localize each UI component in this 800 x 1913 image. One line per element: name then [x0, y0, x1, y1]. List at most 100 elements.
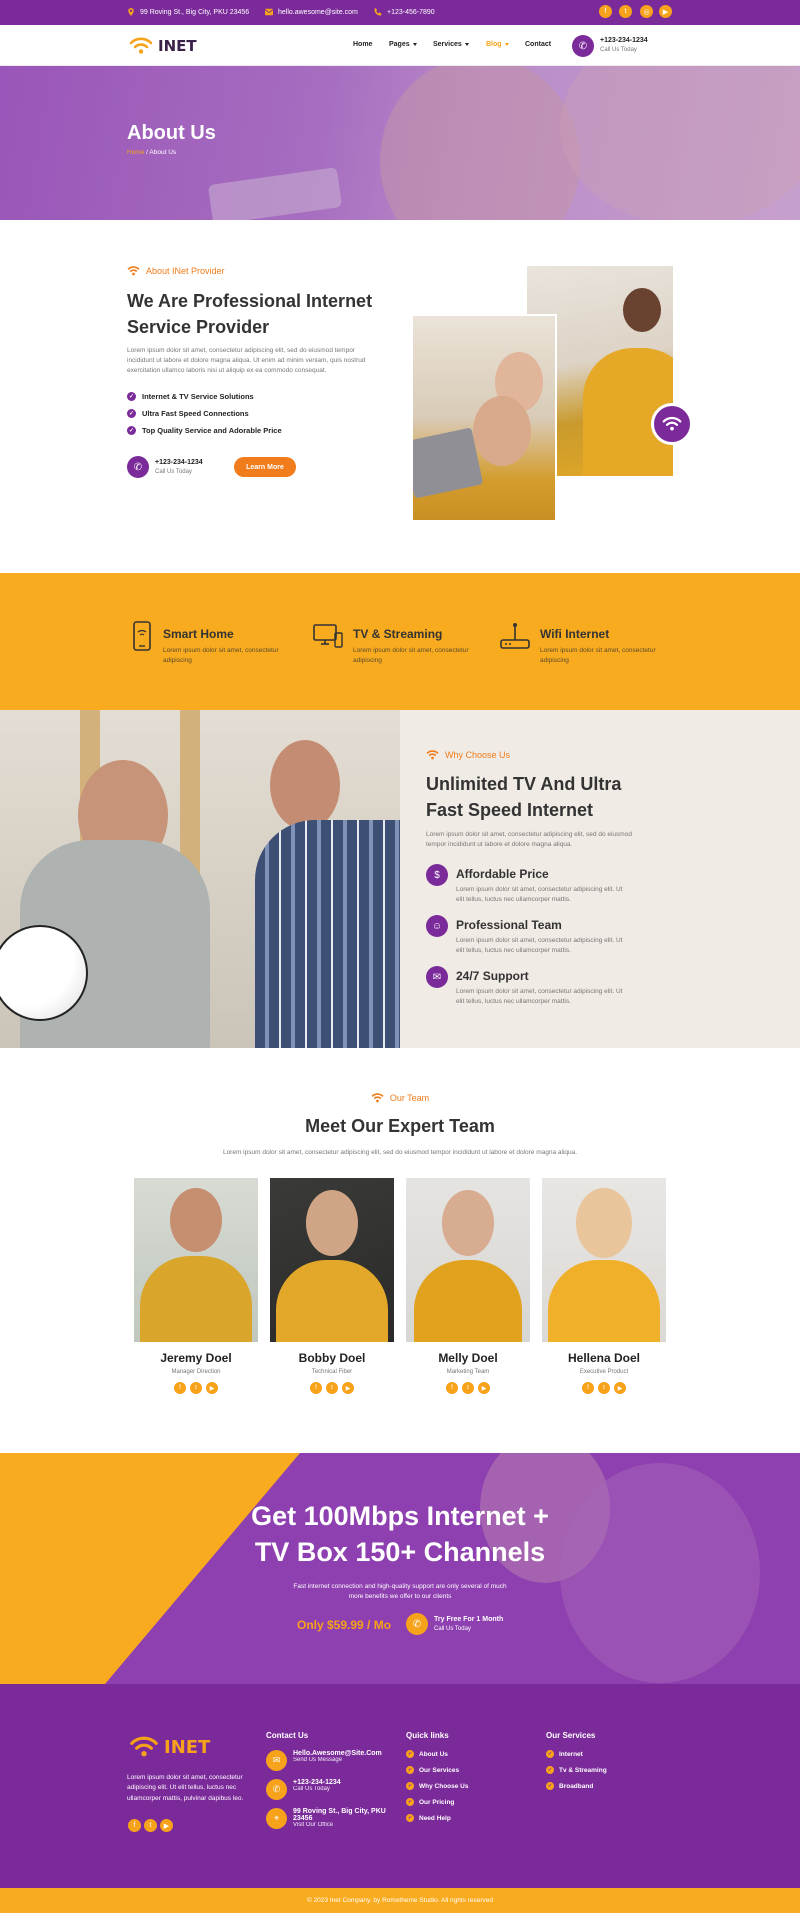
nav-pages[interactable]: Pages	[389, 41, 417, 48]
contact-sub: Call Us Today	[293, 1786, 330, 1792]
promo-title: Get 100Mbps Internet + TV Box 150+ Chann…	[0, 1498, 800, 1571]
chat-icon: ✉	[426, 966, 448, 988]
check-icon: ✓	[546, 1750, 554, 1758]
footer-logo-text: INET	[164, 1736, 211, 1758]
photo-shape	[414, 1260, 522, 1342]
nav-contact[interactable]: Contact	[525, 41, 551, 48]
service-link[interactable]: ✓ Broadband	[546, 1782, 607, 1790]
about-phone: +123-234-1234	[155, 459, 203, 466]
promo-cta-title[interactable]: Try Free For 1 Month	[434, 1616, 503, 1623]
phone-icon[interactable]: ✆	[127, 456, 149, 478]
member-role: Executive Product	[579, 1369, 629, 1375]
twitter-icon[interactable]: t	[144, 1819, 157, 1832]
phone-info[interactable]: +123-456-7890	[374, 8, 435, 16]
footer-about: Lorem ipsum dolor sit amet, consectetur …	[127, 1774, 244, 1802]
promo-body-line: more benefits we offer to our clients	[348, 1593, 452, 1601]
phone-icon[interactable]: ✆	[572, 35, 594, 57]
facebook-icon[interactable]: f	[174, 1382, 186, 1394]
quick-link[interactable]: ✓ Need Help	[406, 1814, 468, 1822]
twitter-icon[interactable]: t	[190, 1382, 202, 1394]
wifi-icon	[371, 1093, 384, 1103]
team-photo	[406, 1178, 530, 1342]
check-icon: ✓	[127, 409, 136, 418]
chevron-down-icon	[504, 43, 509, 46]
why-item-text: Lorem ipsum dolor sit amet, consectetur …	[456, 937, 623, 954]
quick-link[interactable]: ✓ About Us	[406, 1750, 468, 1758]
nav-home-label: Home	[353, 41, 373, 48]
nav-blog[interactable]: Blog	[486, 41, 509, 48]
quick-link[interactable]: ✓ Our Pricing	[406, 1798, 468, 1806]
why-item-title: 24/7 Support	[456, 969, 529, 983]
about-title-line: Service Provider	[127, 317, 270, 338]
footer-contact: Contact Us ✉ Hello.Awesome@Site.Com Send U…	[266, 1731, 396, 1837]
wifi-badge	[651, 403, 693, 445]
facebook-icon[interactable]: f	[128, 1819, 141, 1832]
why-item: $ Affordable Price Lorem ipsum dolor sit a…	[426, 864, 626, 905]
team-icon: ☺	[426, 915, 448, 937]
email-info[interactable]: hello.awesome@site.com	[265, 8, 358, 16]
member-role: Technical Fiber	[311, 1369, 353, 1375]
check-icon: ✓	[546, 1782, 554, 1790]
nav-home[interactable]: Home	[353, 41, 372, 48]
about-body: Lorem ipsum dolor sit amet, consectetur …	[127, 347, 366, 375]
smartphone-icon	[133, 621, 151, 651]
service-link-label: Tv & Streaming	[559, 1766, 607, 1774]
logo[interactable]: INET	[129, 37, 197, 55]
photo-shape	[442, 1190, 494, 1256]
check-icon: ✓	[406, 1750, 414, 1758]
photo-shape	[170, 1188, 222, 1252]
member-name: Melly Doel	[438, 1351, 498, 1365]
router-icon	[500, 623, 530, 649]
about-photo-couple	[411, 314, 557, 522]
why-title-line: Fast Speed Internet	[426, 800, 594, 821]
service-link[interactable]: ✓ Internet	[546, 1750, 607, 1758]
breadcrumb-current: About Us	[149, 149, 177, 156]
instagram-icon[interactable]: ◎	[640, 5, 653, 18]
feature-item: Wifi Internet Lorem ipsum dolor sit amet,…	[500, 621, 670, 666]
team-photo	[134, 1178, 258, 1342]
service-link[interactable]: ✓ Tv & Streaming	[546, 1766, 607, 1774]
contact-email[interactable]: ✉ Hello.Awesome@Site.Com Send Us Message	[266, 1750, 396, 1771]
learn-more-button[interactable]: Learn More	[234, 457, 296, 477]
quick-link[interactable]: ✓ Why Choose Us	[406, 1782, 468, 1790]
address-text: 99 Roving St., Big City, PKU 23456	[140, 8, 250, 16]
facebook-icon[interactable]: f	[310, 1382, 322, 1394]
contact-address[interactable]: ⌖ 99 Roving St., Big City, PKU 23456 Visit…	[266, 1808, 396, 1829]
quick-link-label: Need Help	[419, 1814, 451, 1822]
twitter-icon[interactable]: t	[598, 1382, 610, 1394]
twitter-icon[interactable]: t	[462, 1382, 474, 1394]
phone-icon[interactable]: ✆	[406, 1613, 428, 1635]
quick-link-label: Our Services	[419, 1766, 460, 1774]
location-icon: ⌖	[266, 1808, 287, 1829]
contact-phone[interactable]: ✆ +123-234-1234 Call Us Today	[266, 1779, 396, 1800]
footer-heading: Our Services	[546, 1731, 596, 1740]
promo-banner: Get 100Mbps Internet + TV Box 150+ Chann…	[0, 1453, 800, 1684]
photo-shape	[473, 396, 531, 466]
facebook-icon[interactable]: f	[582, 1382, 594, 1394]
team-card: Bobby Doel Technical Fiber f t ▶	[270, 1178, 394, 1394]
youtube-icon[interactable]: ▶	[614, 1382, 626, 1394]
twitter-icon[interactable]: t	[619, 5, 632, 18]
twitter-icon[interactable]: t	[326, 1382, 338, 1394]
quick-link[interactable]: ✓ Our Services	[406, 1766, 468, 1774]
youtube-icon[interactable]: ▶	[206, 1382, 218, 1394]
member-role: Marketing Team	[446, 1369, 490, 1375]
youtube-icon[interactable]: ▶	[342, 1382, 354, 1394]
why-item: ✉ 24/7 Support Lorem ipsum dolor sit amet,…	[426, 966, 626, 1007]
nav-services[interactable]: Services	[433, 41, 469, 48]
facebook-icon[interactable]: f	[446, 1382, 458, 1394]
feature-item: Smart Home Lorem ipsum dolor sit amet, co…	[131, 621, 293, 666]
about-eyebrow: About INet Provider	[127, 266, 225, 276]
youtube-icon[interactable]: ▶	[160, 1819, 173, 1832]
check-icon: ✓	[546, 1766, 554, 1774]
youtube-icon[interactable]: ▶	[478, 1382, 490, 1394]
youtube-icon[interactable]: ▶	[659, 5, 672, 18]
photo-shape	[576, 1188, 632, 1258]
team-body: Lorem ipsum dolor sit amet, consectetur …	[222, 1149, 578, 1156]
page-title: About Us	[127, 122, 216, 144]
logo-text: INET	[158, 37, 197, 55]
facebook-icon[interactable]: f	[599, 5, 612, 18]
breadcrumb-home[interactable]: Home	[127, 149, 144, 156]
tv-icon	[313, 624, 343, 648]
footer-logo[interactable]: INET	[129, 1736, 210, 1758]
